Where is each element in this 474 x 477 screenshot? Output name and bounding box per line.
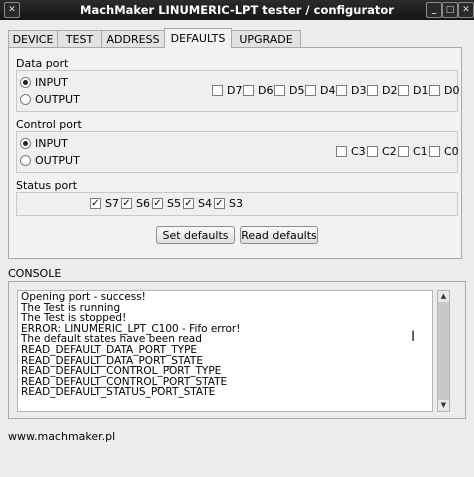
data-bit-d1-label: D1	[413, 84, 429, 97]
console-group: Opening port - success! The Test is runn…	[8, 281, 466, 419]
control-bit-c0-label: C0	[444, 145, 459, 158]
data-bit-d2-checkbox[interactable]	[367, 85, 378, 96]
console-scrollbar[interactable]: ▲ ▼	[437, 290, 450, 412]
data-bit-d3-label: D3	[351, 84, 367, 97]
status-bit-s5-label: S5	[167, 197, 181, 210]
tab-address[interactable]: ADDRESS	[101, 30, 165, 48]
control-port-group: INPUT OUTPUT C3 C2 C1 C0	[16, 131, 459, 173]
data-bit-d4-label: D4	[320, 84, 336, 97]
control-bit-c1-label: C1	[413, 145, 428, 158]
control-port-output-label: OUTPUT	[35, 154, 80, 167]
control-port-input-radio[interactable]	[20, 138, 31, 149]
status-bit-s4-checkbox[interactable]: ✓	[183, 198, 194, 209]
data-port-input-radio[interactable]	[20, 77, 31, 88]
console-line: READ_DEFAULT_DATA_PORT_TYPE	[21, 343, 198, 356]
window-title: MachMaker LINUMERIC-LPT tester / configu…	[80, 3, 394, 17]
control-port-input-label: INPUT	[35, 137, 68, 150]
text-cursor-icon: I	[411, 329, 416, 345]
console-text-area[interactable]: Opening port - success! The Test is runn…	[17, 290, 433, 412]
footer-website[interactable]: www.machmaker.pl	[8, 430, 115, 443]
control-bit-c3-checkbox[interactable]	[336, 146, 347, 157]
console-label: CONSOLE	[8, 267, 62, 280]
data-port-output-label: OUTPUT	[35, 93, 80, 106]
status-port-label: Status port	[16, 179, 78, 192]
data-bit-d2-label: D2	[382, 84, 398, 97]
status-bit-s7-label: S7	[105, 197, 119, 210]
control-port-output-radio[interactable]	[20, 155, 31, 166]
status-bit-s3-checkbox[interactable]: ✓	[214, 198, 225, 209]
console-line: Opening port - success!	[21, 291, 146, 303]
data-bit-d6-label: D6	[258, 84, 274, 97]
status-bit-s4-label: S4	[198, 197, 212, 210]
scrollbar-thumb[interactable]	[438, 302, 449, 400]
tab-device[interactable]: DEVICE	[8, 30, 58, 48]
tab-upgrade[interactable]: UPGRADE	[231, 30, 301, 48]
set-defaults-button[interactable]: Set defaults	[156, 226, 235, 244]
data-bit-d7-checkbox[interactable]	[212, 85, 223, 96]
control-bit-c2-checkbox[interactable]	[367, 146, 378, 157]
data-bit-d0-label: D0	[444, 84, 460, 97]
tab-test[interactable]: TEST	[57, 30, 102, 48]
control-port-label: Control port	[16, 118, 82, 131]
close-icon[interactable]: ✕	[458, 2, 474, 18]
data-port-label: Data port	[16, 57, 69, 70]
data-port-input-label: INPUT	[35, 76, 68, 89]
data-bit-d6-checkbox[interactable]	[243, 85, 254, 96]
data-bit-d5-checkbox[interactable]	[274, 85, 285, 96]
status-bit-s3-label: S3	[229, 197, 243, 210]
scroll-up-arrow-icon[interactable]: ▲	[438, 291, 449, 302]
status-port-group: ✓ S7 ✓ S6 ✓ S5 ✓ S4 ✓ S3	[16, 192, 458, 216]
control-bit-c0-checkbox[interactable]	[429, 146, 440, 157]
defaults-panel: Data port INPUT OUTPUT D7 D6 D5 D4 D3 D2…	[8, 47, 462, 259]
minimize-icon[interactable]: _	[426, 2, 442, 18]
data-bit-d7-label: D7	[227, 84, 243, 97]
status-bit-s6-label: S6	[136, 197, 150, 210]
status-bit-s6-checkbox[interactable]: ✓	[121, 198, 132, 209]
scroll-down-arrow-icon[interactable]: ▼	[438, 400, 449, 411]
console-line: READ_DEFAULT_STATUS_PORT_STATE	[21, 386, 216, 399]
app-window: ✕ MachMaker LINUMERIC-LPT tester / confi…	[0, 0, 474, 477]
data-port-output-radio[interactable]	[20, 94, 31, 105]
control-bit-c1-checkbox[interactable]	[398, 146, 409, 157]
data-bit-d3-checkbox[interactable]	[336, 85, 347, 96]
control-bit-c2-label: C2	[382, 145, 397, 158]
data-bit-d1-checkbox[interactable]	[398, 85, 409, 96]
data-bit-d0-checkbox[interactable]	[429, 85, 440, 96]
status-bit-s5-checkbox[interactable]: ✓	[152, 198, 163, 209]
title-bar[interactable]: ✕ MachMaker LINUMERIC-LPT tester / confi…	[0, 0, 474, 20]
control-bit-c3-label: C3	[351, 145, 366, 158]
read-defaults-button[interactable]: Read defaults	[240, 226, 318, 244]
maximize-icon[interactable]: □	[442, 2, 458, 18]
status-bit-s7-checkbox[interactable]: ✓	[90, 198, 101, 209]
data-bit-d4-checkbox[interactable]	[305, 85, 316, 96]
tab-defaults[interactable]: DEFAULTS	[164, 28, 232, 48]
data-port-group: INPUT OUTPUT D7 D6 D5 D4 D3 D2 D1 D0	[16, 70, 460, 112]
data-bit-d5-label: D5	[289, 84, 305, 97]
